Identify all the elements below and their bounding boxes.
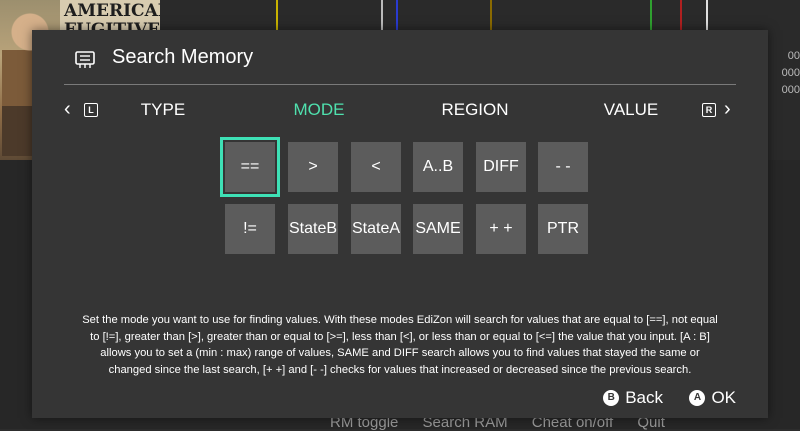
mode-state-a-button[interactable]: StateA: [351, 204, 401, 254]
mode-increased-button[interactable]: + +: [476, 204, 526, 254]
tab-region[interactable]: REGION: [441, 100, 508, 120]
mode-decreased-button[interactable]: - -: [538, 142, 588, 192]
header-divider: [64, 84, 736, 85]
mode-same-button[interactable]: SAME: [413, 204, 463, 254]
r-button-icon: R: [702, 103, 716, 117]
mode-range-button[interactable]: A..B: [413, 142, 463, 192]
mode-description: Set the mode you want to use for finding…: [82, 314, 718, 376]
mode-not-equal-button[interactable]: !=: [225, 204, 275, 254]
dialog-actions: B Back A OK: [581, 387, 736, 409]
background-value: 00: [787, 50, 800, 62]
chevron-left-icon[interactable]: ‹: [64, 98, 71, 121]
cover-title-line: AMERICAN: [64, 1, 160, 21]
mode-state-b-button[interactable]: StateB: [288, 204, 338, 254]
dialog-title: Search Memory: [112, 46, 254, 68]
tab-value[interactable]: VALUE: [604, 100, 659, 120]
mode-equal-button[interactable]: ==: [220, 137, 280, 197]
tab-type[interactable]: TYPE: [141, 100, 185, 120]
mode-diff-button[interactable]: DIFF: [476, 142, 526, 192]
chevron-right-icon[interactable]: ›: [724, 98, 731, 121]
mode-greater-button[interactable]: >: [288, 142, 338, 192]
back-button[interactable]: B Back: [603, 388, 663, 408]
background-value: 000: [781, 67, 800, 79]
memory-chip-icon: [75, 51, 95, 68]
mode-ptr-button[interactable]: PTR: [538, 204, 588, 254]
dialog-header: Search Memory: [32, 30, 768, 84]
ok-label: OK: [711, 387, 736, 407]
tab-mode[interactable]: MODE: [294, 100, 345, 120]
background-value: 000: [781, 84, 800, 96]
b-button-icon: B: [603, 389, 620, 406]
a-button-icon: A: [689, 389, 706, 406]
background-values: 00 000 000: [768, 48, 800, 99]
search-memory-dialog: Search Memory ‹ L TYPE MODE REGION VALUE…: [32, 30, 768, 418]
tab-bar: ‹ L TYPE MODE REGION VALUE R ›: [32, 96, 768, 126]
ok-button[interactable]: A OK: [689, 388, 736, 408]
l-button-icon: L: [84, 103, 98, 117]
back-label: Back: [625, 387, 663, 407]
mode-less-button[interactable]: <: [351, 142, 401, 192]
